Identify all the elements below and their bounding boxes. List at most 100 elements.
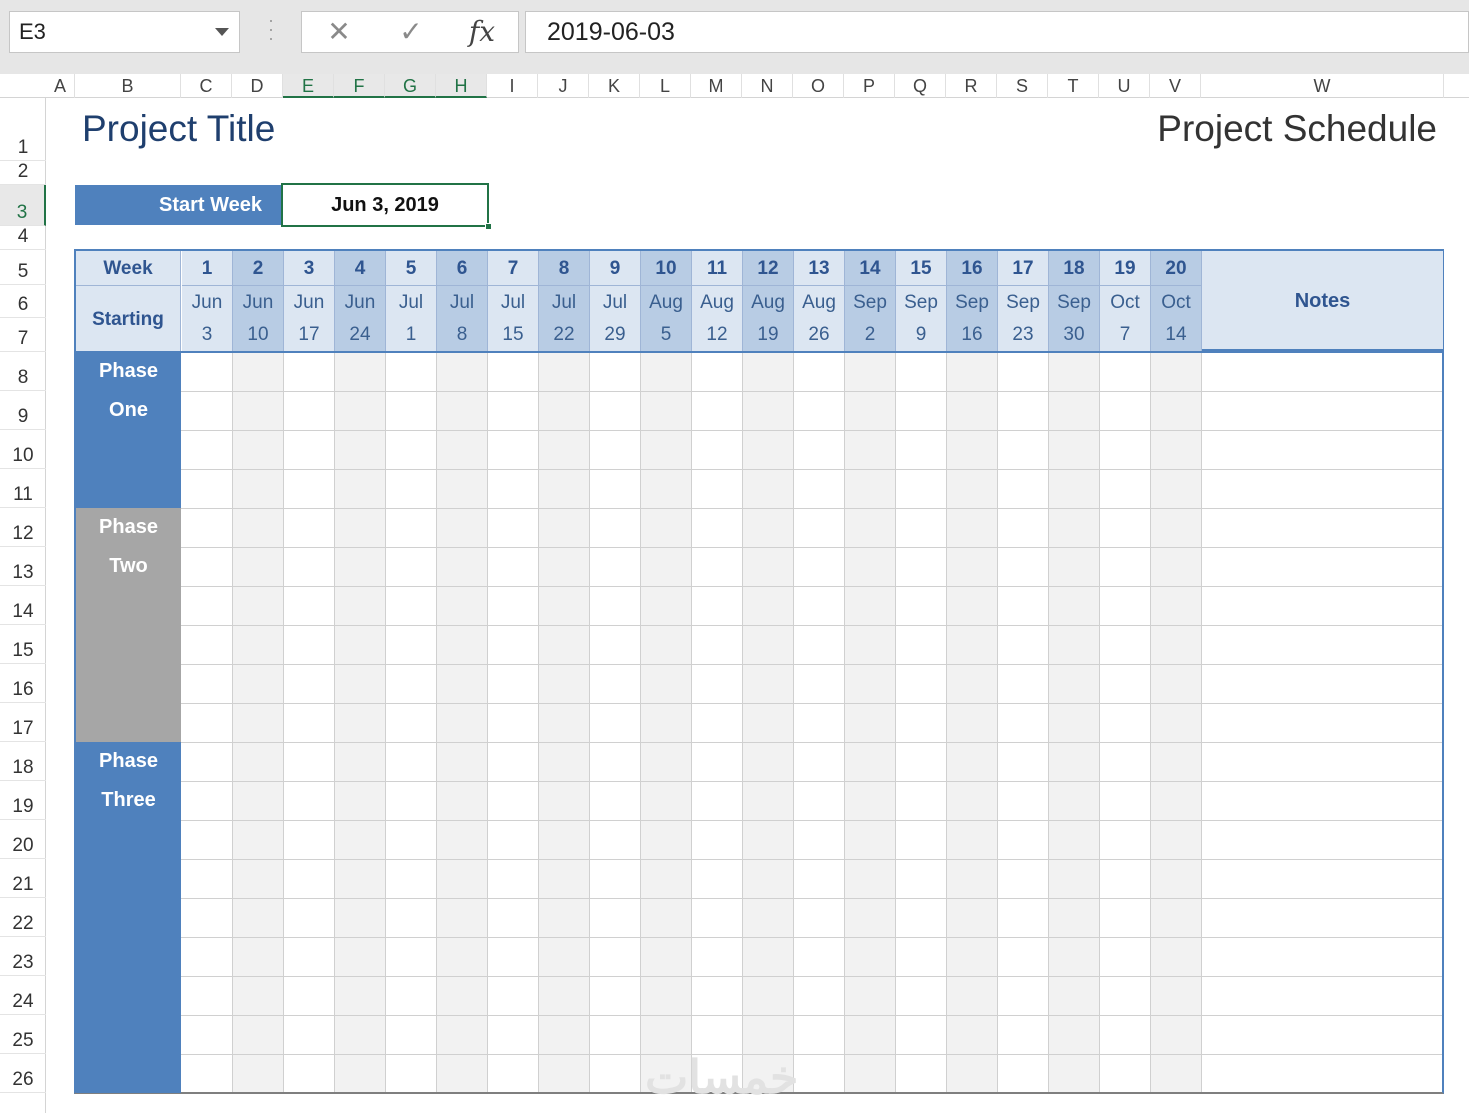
week-number[interactable]: 20 — [1151, 251, 1202, 286]
column-header-n[interactable]: N — [742, 74, 793, 98]
column-header-i[interactable]: I — [487, 74, 538, 98]
week-start-date[interactable]: Jul 15 — [488, 286, 539, 351]
week-column[interactable] — [845, 352, 896, 1092]
week-number[interactable]: 10 — [641, 251, 692, 286]
row-header-25[interactable]: 25 — [0, 1015, 46, 1054]
notes-header[interactable]: Notes — [1202, 251, 1443, 351]
column-header-a[interactable]: A — [46, 74, 75, 98]
week-column[interactable] — [488, 352, 539, 1092]
column-header-f[interactable]: F — [334, 74, 385, 98]
week-column[interactable] — [182, 352, 233, 1092]
column-header-p[interactable]: P — [844, 74, 895, 98]
week-label[interactable]: Week — [76, 251, 181, 286]
week-column[interactable] — [947, 352, 998, 1092]
week-start-date[interactable]: Jun 10 — [233, 286, 284, 351]
project-title[interactable]: Project Title — [82, 108, 275, 150]
week-start-date[interactable]: Sep 2 — [845, 286, 896, 351]
row-header-15[interactable]: 15 — [0, 625, 46, 664]
week-start-date[interactable]: Sep 23 — [998, 286, 1049, 351]
row-header-7[interactable]: 7 — [0, 318, 46, 352]
week-column[interactable] — [641, 352, 692, 1092]
row-header-13[interactable]: 13 — [0, 547, 46, 586]
week-start-date[interactable]: Jul 1 — [386, 286, 437, 351]
week-number[interactable]: 13 — [794, 251, 845, 286]
week-number[interactable]: 17 — [998, 251, 1049, 286]
row-header-16[interactable]: 16 — [0, 664, 46, 703]
week-column[interactable] — [386, 352, 437, 1092]
week-column[interactable] — [1151, 352, 1202, 1092]
row-header-23[interactable]: 23 — [0, 937, 46, 976]
column-header-o[interactable]: O — [793, 74, 844, 98]
week-start-date[interactable]: Oct 7 — [1100, 286, 1151, 351]
week-column[interactable] — [437, 352, 488, 1092]
week-number[interactable]: 15 — [896, 251, 947, 286]
row-header-21[interactable]: 21 — [0, 859, 46, 898]
week-number[interactable]: 12 — [743, 251, 794, 286]
week-column[interactable] — [743, 352, 794, 1092]
week-start-date[interactable]: Jul 29 — [590, 286, 641, 351]
column-header-v[interactable]: V — [1150, 74, 1201, 98]
week-column[interactable] — [233, 352, 284, 1092]
phase-1-label[interactable]: Phase One — [76, 352, 181, 508]
drag-handle-icon[interactable]: · · · — [265, 11, 277, 47]
week-number[interactable]: 2 — [233, 251, 284, 286]
formula-input[interactable]: 2019-06-03 — [525, 11, 1469, 53]
row-header-12[interactable]: 12 — [0, 508, 46, 547]
row-header-2[interactable]: 2 — [0, 161, 46, 185]
starting-label[interactable]: Starting — [76, 286, 181, 351]
week-column[interactable] — [284, 352, 335, 1092]
week-start-date[interactable]: Aug 19 — [743, 286, 794, 351]
insert-function-icon[interactable]: fx — [457, 12, 507, 52]
column-header-d[interactable]: D — [232, 74, 283, 98]
row-header-11[interactable]: 11 — [0, 469, 46, 508]
week-column[interactable] — [896, 352, 947, 1092]
chevron-down-icon[interactable] — [215, 28, 229, 36]
row-header-5[interactable]: 5 — [0, 250, 46, 285]
column-header-b[interactable]: B — [75, 74, 181, 98]
week-start-date[interactable]: Sep 30 — [1049, 286, 1100, 351]
column-header-q[interactable]: Q — [895, 74, 946, 98]
row-header-18[interactable]: 18 — [0, 742, 46, 781]
column-header-c[interactable]: C — [181, 74, 232, 98]
week-column[interactable] — [335, 352, 386, 1092]
row-header-10[interactable]: 10 — [0, 430, 46, 469]
column-header-r[interactable]: R — [946, 74, 997, 98]
row-header-3[interactable]: 3 — [0, 185, 46, 226]
fill-handle[interactable] — [485, 223, 492, 230]
phase-3-label[interactable]: Phase Three — [76, 742, 181, 1093]
row-header-26[interactable]: 26 — [0, 1054, 46, 1093]
week-start-date[interactable]: Oct 14 — [1151, 286, 1202, 351]
week-start-date[interactable]: Aug 12 — [692, 286, 743, 351]
column-header-j[interactable]: J — [538, 74, 589, 98]
week-column[interactable] — [1049, 352, 1100, 1092]
week-number[interactable]: 14 — [845, 251, 896, 286]
cancel-icon[interactable]: ✕ — [314, 12, 364, 52]
column-header-s[interactable]: S — [997, 74, 1048, 98]
column-header-g[interactable]: G — [385, 74, 436, 98]
row-header-9[interactable]: 9 — [0, 391, 46, 430]
week-start-date[interactable]: Sep 16 — [947, 286, 998, 351]
week-number[interactable]: 8 — [539, 251, 590, 286]
week-column[interactable] — [998, 352, 1049, 1092]
column-header-e[interactable]: E — [283, 74, 334, 98]
phase-2-label[interactable]: Phase Two — [76, 508, 181, 742]
week-number[interactable]: 4 — [335, 251, 386, 286]
column-header-w[interactable]: W — [1201, 74, 1444, 98]
column-header-l[interactable]: L — [640, 74, 691, 98]
enter-icon[interactable]: ✓ — [386, 12, 436, 52]
week-start-date[interactable]: Jul 22 — [539, 286, 590, 351]
week-number[interactable]: 11 — [692, 251, 743, 286]
row-header-8[interactable]: 8 — [0, 352, 46, 391]
column-header-t[interactable]: T — [1048, 74, 1099, 98]
week-number[interactable]: 16 — [947, 251, 998, 286]
week-start-date[interactable]: Jun 24 — [335, 286, 386, 351]
week-column[interactable] — [1100, 352, 1151, 1092]
week-number[interactable]: 19 — [1100, 251, 1151, 286]
row-header-14[interactable]: 14 — [0, 586, 46, 625]
row-header-22[interactable]: 22 — [0, 898, 46, 937]
week-column[interactable] — [539, 352, 590, 1092]
week-start-date[interactable]: Jul 8 — [437, 286, 488, 351]
row-header-6[interactable]: 6 — [0, 285, 46, 318]
row-header-1[interactable]: 1 — [0, 98, 46, 161]
column-header-m[interactable]: M — [691, 74, 742, 98]
